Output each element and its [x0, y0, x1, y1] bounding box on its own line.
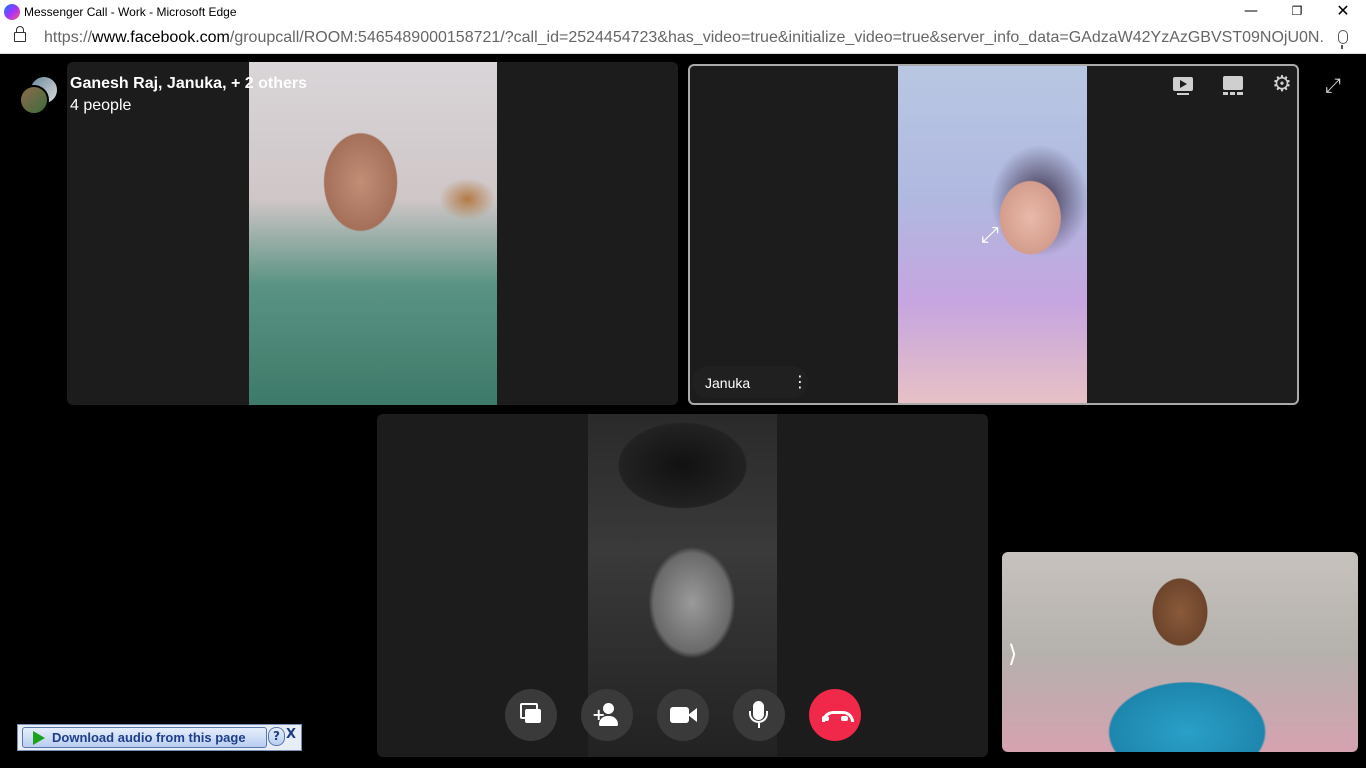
person-icon-body: [599, 716, 618, 726]
lock-icon[interactable]: [14, 26, 26, 42]
url-prefix: https://: [44, 29, 93, 46]
layout-icon[interactable]: [1222, 74, 1244, 96]
end-call-button[interactable]: [809, 689, 861, 741]
participants-count: 4 people: [70, 97, 132, 114]
restore-button[interactable]: ❐: [1274, 0, 1320, 24]
share-screen-button[interactable]: [505, 689, 557, 741]
layout-thumb-shape: [1237, 92, 1243, 95]
more-options-icon[interactable]: ⋮: [792, 372, 808, 391]
play-icon: [33, 731, 45, 745]
participant-tile-januka[interactable]: ⤢ Januka ⋮: [688, 64, 1299, 405]
microphone-icon[interactable]: [1338, 30, 1348, 49]
fullscreen-icon[interactable]: ⤢: [1322, 74, 1344, 96]
microphone-stem: [758, 723, 760, 728]
url-text[interactable]: https://www.facebook.com/groupcall/ROOM:…: [44, 29, 1324, 47]
download-audio-bar: Download audio from this page ? X: [17, 724, 302, 751]
share-screen-icon-front: [525, 709, 541, 723]
layout-main-shape: [1223, 76, 1243, 90]
layout-thumb-shape: [1230, 92, 1235, 95]
window-titlebar: Messenger Call - Work - Microsoft Edge —…: [0, 0, 1366, 24]
expand-icon[interactable]: ⤢: [981, 223, 999, 248]
call-title: Ganesh Raj, Januka, + 2 others: [70, 75, 307, 92]
close-download-bar-button[interactable]: X: [285, 727, 297, 744]
close-window-button[interactable]: ✕: [1320, 0, 1366, 24]
hang-up-icon-left: [822, 716, 829, 721]
download-audio-label: Download audio from this page: [52, 730, 246, 745]
person-icon-head: [603, 703, 614, 714]
hang-up-icon-right: [841, 716, 848, 721]
video-toggle-button[interactable]: [657, 689, 709, 741]
participant-name: Januka: [705, 375, 751, 391]
call-area: ⤢ Januka ⋮ ⟩ Ganesh Raj, Januka, + 2 oth…: [0, 54, 1366, 768]
minimize-button[interactable]: —: [1228, 0, 1274, 24]
participant-name-pill: Januka ⋮: [692, 366, 808, 398]
add-person-button[interactable]: +: [581, 689, 633, 741]
self-view[interactable]: ⟩: [1002, 552, 1358, 752]
participant-tile[interactable]: [67, 62, 678, 405]
messenger-icon: [4, 4, 20, 20]
collapse-self-view-icon[interactable]: ⟩: [1008, 640, 1017, 668]
present-screen-shape: [1173, 77, 1193, 91]
group-avatar: [19, 75, 59, 115]
download-audio-button[interactable]: Download audio from this page: [22, 727, 267, 748]
mute-button[interactable]: [733, 689, 785, 741]
url-host: www.facebook.com: [92, 29, 230, 46]
window-title: Messenger Call - Work - Microsoft Edge: [24, 5, 237, 19]
url-path: /groupcall/ROOM:5465489000158721/?call_i…: [229, 29, 1324, 46]
settings-icon[interactable]: ⚙: [1271, 74, 1293, 96]
present-icon[interactable]: [1172, 74, 1194, 96]
participant-video: [249, 62, 497, 405]
avatar: [19, 85, 49, 115]
address-bar[interactable]: https://www.facebook.com/groupcall/ROOM:…: [0, 24, 1366, 54]
video-camera-lens: [688, 708, 697, 722]
video-camera-icon: [670, 707, 689, 723]
microphone-arc: [749, 711, 768, 723]
help-button[interactable]: ?: [268, 727, 285, 746]
present-base-shape: [1177, 93, 1189, 95]
layout-thumb-shape: [1223, 92, 1228, 95]
